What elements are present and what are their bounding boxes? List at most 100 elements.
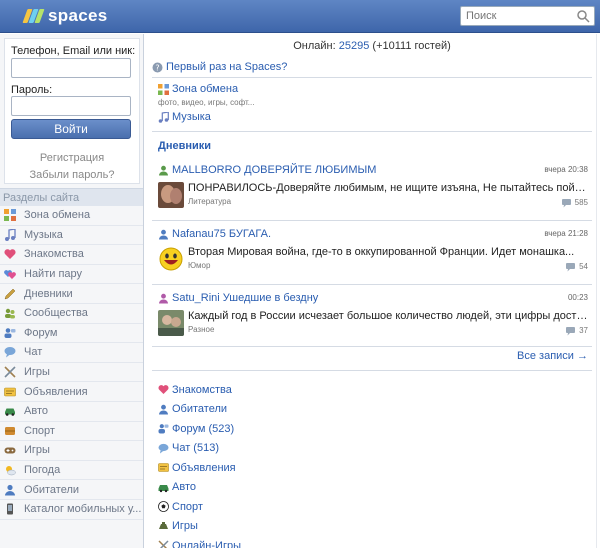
entry-author-link[interactable]: Satu_Rini [172,292,220,304]
left-sidebar: Телефон, Email или ник: Пароль: Войти Ре… [0,34,144,548]
sidebar-item-auto[interactable]: Авто [0,402,143,422]
sidebar-item-diaries[interactable]: Дневники [0,284,143,304]
section-links-list: Знакомства Обитатели Форум (523) Чат (51… [158,380,241,548]
entry-title-link[interactable]: ДОВЕРЯЙТЕ ЛЮБИМЫМ [244,164,376,176]
exchange-subtitle: фото, видео, игры, софт... [158,98,255,107]
phone-icon [7,503,13,515]
link-label[interactable]: Спорт [172,501,203,513]
top-header: spaces [0,0,600,33]
all-notes-link[interactable]: Все записи → [517,350,588,362]
exchange-link[interactable]: Зона обмена [172,83,238,95]
search-box [460,6,595,26]
entry-author-link[interactable]: MALLBORRO [172,164,241,176]
entry-category[interactable]: Юмор [188,261,210,270]
entry-author-link[interactable]: Nafanau75 [172,228,226,240]
pencil-icon [4,288,16,300]
entry-comments[interactable]: 585 [561,197,588,208]
link-chat[interactable]: Чат (513) [158,439,241,459]
sidebar-item-weather[interactable]: Погода [0,461,143,481]
ads-icon [158,463,169,473]
link-label[interactable]: Объявления [172,462,236,474]
ball-icon [5,426,15,435]
weather-icon [6,466,16,476]
help-icon: ? [152,62,163,72]
music-link[interactable]: Музыка [172,111,211,123]
link-label[interactable]: Форум (523) [172,423,234,435]
forum-icon [158,424,169,434]
entry-title-link[interactable]: Ушедшие в бездну [223,292,319,304]
link-label[interactable]: Обитатели [172,403,227,415]
sidebar-item-label: Спорт [24,424,55,437]
link-label[interactable]: Онлайн-Игры [172,540,241,548]
sidebar-item-exchange[interactable]: Зона обмена [0,206,143,226]
entry-comments[interactable]: 37 [565,325,588,336]
spaces-logo[interactable]: spaces [22,5,107,27]
sidebar-item-dating[interactable]: Знакомства [0,245,143,265]
sidebar-item-games[interactable]: Игры [0,363,143,383]
link-label[interactable]: Знакомства [172,384,232,396]
entry-preview-text: ПОНРАВИЛОСЬ-Доверяйте любимым, не ищите … [188,182,588,194]
online-count-link[interactable]: 25295 [339,40,370,52]
forgot-password-link[interactable]: Забыли пароль? [5,169,139,181]
chat-bubble-icon [158,443,169,454]
sidebar-item-sport[interactable]: Спорт [0,422,143,442]
sidebar-item-label: Дневники [24,287,73,300]
sidebar-item-games-2[interactable]: Игры [0,441,143,461]
divider [152,370,592,371]
smiley-thumbnail[interactable] [158,246,184,272]
sidebar-item-chat[interactable]: Чат [0,343,143,363]
sidebar-item-label: Авто [24,405,48,418]
link-dating[interactable]: Знакомства [158,380,241,400]
link-sport[interactable]: Спорт [158,497,241,517]
music-note-icon [158,111,169,123]
search-icon[interactable] [576,9,590,23]
entry-header: Nafanau75 БУГАГА. [158,228,271,240]
link-label[interactable]: Чат (513) [172,442,219,454]
sidebar-item-mobile-catalog[interactable]: Каталог мобильных у... [0,500,143,520]
password-field[interactable] [11,96,131,116]
sidebar-item-inhabitants[interactable]: Обитатели [0,480,143,500]
entry-title-link[interactable]: БУГАГА. [229,228,271,240]
entry-header: MALLBORRO ДОВЕРЯЙТЕ ЛЮБИМЫМ [158,164,376,176]
diaries-heading[interactable]: Дневники [158,140,211,152]
forum-icon [4,328,16,338]
entry-category[interactable]: Литература [188,197,231,206]
sidebar-item-music[interactable]: Музыка [0,226,143,246]
sidebar-nav: Зона обмена Музыка Знакомства Найти пару… [0,206,143,520]
divider [152,220,592,221]
music-row[interactable]: Музыка [158,111,211,123]
phone-email-field[interactable] [11,58,131,78]
first-time-link[interactable]: Первый раз на Spaces? [166,61,287,73]
sidebar-item-communities[interactable]: Сообщества [0,304,143,324]
link-forum[interactable]: Форум (523) [158,419,241,439]
link-online-games[interactable]: Онлайн-Игры [158,536,241,548]
user-icon [159,165,168,175]
entry-thumbnail[interactable] [158,182,184,208]
link-label[interactable]: Авто [172,481,196,493]
link-label[interactable]: Игры [172,520,198,532]
link-games[interactable]: Игры [158,517,241,537]
entry-category[interactable]: Разное [188,325,214,334]
sidebar-item-label: Погода [24,464,61,477]
heart-icon [4,249,16,260]
sidebar-item-forum[interactable]: Форум [0,324,143,344]
comment-icon [566,327,576,336]
entry-comments[interactable]: 54 [565,261,588,272]
link-auto[interactable]: Авто [158,478,241,498]
community-icon [5,309,15,319]
swords-icon [4,366,16,378]
ads-icon [4,387,16,396]
chat-bubble-icon [4,347,16,358]
exchange-row[interactable]: Зона обмена [158,83,238,95]
sidebar-item-label: Игры [24,444,50,457]
link-inhabitants[interactable]: Обитатели [158,400,241,420]
entry-thumbnail[interactable] [158,310,184,336]
sidebar-item-label: Чат [24,346,43,359]
sidebar-item-ads[interactable]: Объявления [0,382,143,402]
sidebar-item-label: Форум [24,326,58,339]
search-input[interactable] [461,7,571,25]
sidebar-item-find-pair[interactable]: Найти пару [0,265,143,285]
register-link[interactable]: Регистрация [5,152,139,164]
login-button[interactable]: Войти [11,119,131,139]
link-ads[interactable]: Объявления [158,458,241,478]
